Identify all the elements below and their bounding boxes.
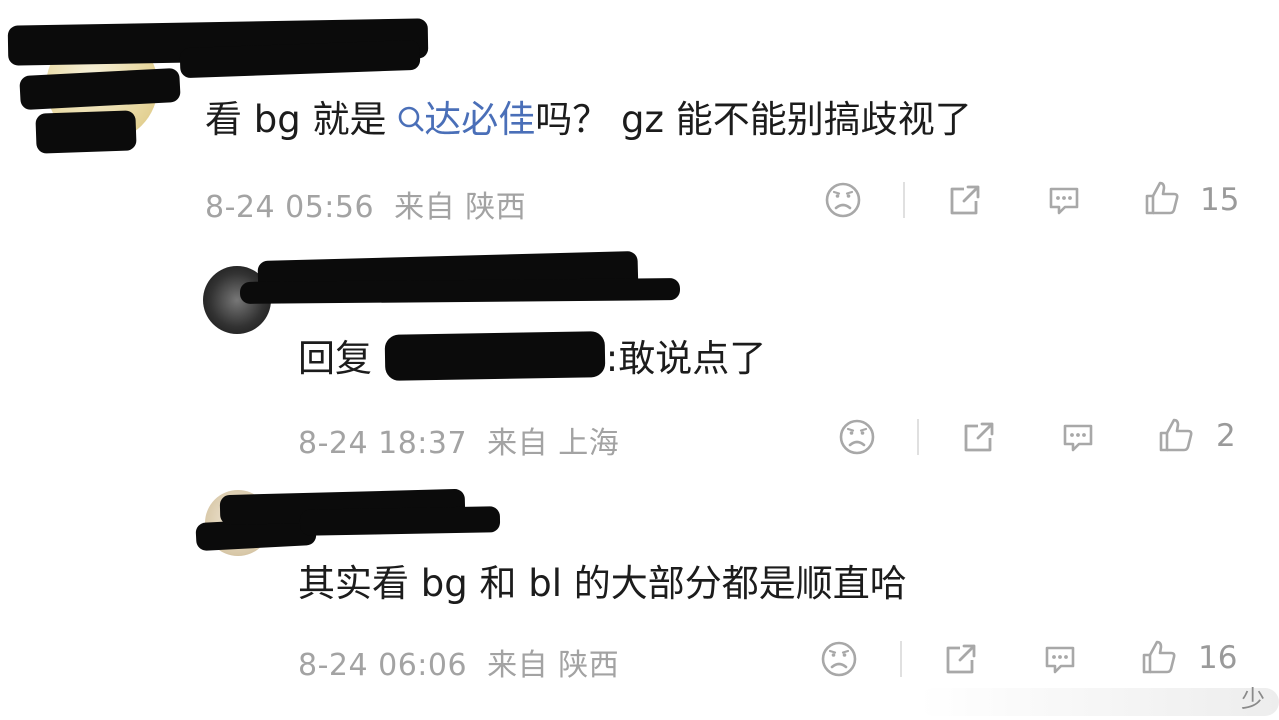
topic-tag-label[interactable]: 达必佳 [424,98,535,141]
thumbs-up-icon[interactable] [1143,179,1181,217]
redaction-bar [35,110,137,154]
thumbs-up-icon[interactable] [1140,638,1178,676]
comment-icon[interactable] [1045,181,1083,219]
topic-tag[interactable]: 达必佳 [398,98,535,141]
like-count: 2 [1216,418,1236,454]
watermark-text: 少 [1241,685,1265,713]
location: 上海 [558,426,620,461]
share-icon[interactable] [946,181,984,219]
redaction-bar [299,506,501,536]
comment-meta: 8-24 06:06 来自 陕西 [298,640,619,684]
sad-face-icon[interactable] [824,181,862,219]
divider [917,419,919,455]
comment-icon[interactable] [1041,640,1079,678]
share-icon[interactable] [960,418,998,456]
sad-face-icon[interactable] [838,418,876,456]
comment-meta: 8-24 05:56 来自 陕西 [205,182,526,226]
sad-face-icon[interactable] [820,640,858,678]
like-count: 15 [1200,182,1240,218]
timestamp: 8-24 18:37 [298,426,468,461]
timestamp: 8-24 05:56 [205,190,375,225]
watermark-bar [919,688,1279,716]
comment-text: 看 bg 就是 达必佳吗？ gz 能不能别搞歧视了 [205,98,972,142]
search-icon [398,100,424,132]
comment-icon[interactable] [1059,418,1097,456]
from-label: 来自 [487,426,549,461]
comment-meta: 8-24 18:37 来自 上海 [298,418,619,462]
comment-text-part: :敢说点了 [605,337,767,380]
comment-text-part: 看 bg 就是 [205,98,399,141]
comment-text-part: 吗？ gz 能不能别搞歧视了 [535,98,972,141]
thumbs-up-icon[interactable] [1157,416,1195,454]
redaction-bar [384,331,606,381]
divider [903,182,905,218]
from-label: 来自 [487,648,549,683]
from-label: 来自 [394,190,456,225]
location: 陕西 [465,190,527,225]
redaction-bar [19,67,181,111]
timestamp: 8-24 06:06 [298,648,468,683]
redaction-bar [239,278,681,304]
location: 陕西 [558,648,620,683]
like-count: 16 [1198,640,1238,676]
share-icon[interactable] [942,640,980,678]
divider [900,641,902,677]
comment-text: 其实看 bg 和 bl 的大部分都是顺直哈 [298,562,907,605]
